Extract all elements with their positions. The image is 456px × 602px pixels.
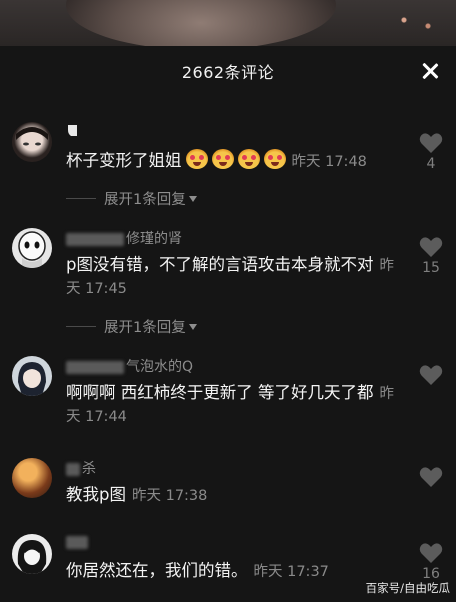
avatar[interactable] bbox=[12, 122, 52, 162]
username[interactable] bbox=[66, 534, 90, 550]
blurred-name bbox=[66, 360, 124, 374]
comment-time: 昨天 17:48 bbox=[291, 154, 367, 170]
comment-time: 昨天 17:37 bbox=[253, 564, 329, 580]
expand-replies-button[interactable]: 展开1条回复 bbox=[66, 188, 197, 209]
avatar[interactable] bbox=[12, 458, 52, 498]
like-button[interactable]: 16 bbox=[418, 542, 444, 582]
chevron-down-icon bbox=[188, 195, 197, 202]
avatar[interactable] bbox=[12, 534, 52, 574]
comment-text: 教我p图 昨天 17:38 bbox=[66, 485, 208, 504]
comment-text: p图没有错，不了解的言语攻击本身就不对 昨天 17:45 bbox=[66, 255, 394, 297]
chevron-down-icon bbox=[188, 323, 197, 330]
like-button[interactable]: 4 bbox=[418, 132, 444, 172]
like-button[interactable]: 15 bbox=[418, 236, 444, 276]
close-icon[interactable] bbox=[418, 59, 442, 83]
like-button[interactable] bbox=[418, 364, 444, 388]
divider-line bbox=[66, 198, 96, 199]
blurred-name bbox=[66, 232, 124, 246]
comment-count-title: 2662条评论 bbox=[181, 63, 275, 82]
heart-icon bbox=[419, 365, 443, 385]
heart-icon bbox=[419, 543, 443, 563]
avatar[interactable] bbox=[12, 356, 52, 396]
comment-time: 昨天 17:38 bbox=[131, 488, 208, 504]
username[interactable]: 杀 bbox=[66, 458, 96, 478]
heart-icon bbox=[419, 133, 443, 153]
video-preview bbox=[0, 0, 456, 46]
comment-text: 杯子变形了姐姐 昨天 17:48 bbox=[66, 149, 367, 170]
heart-icon bbox=[419, 467, 443, 487]
avatar[interactable] bbox=[12, 228, 52, 268]
username[interactable]: 修瑾的肾 bbox=[66, 228, 182, 248]
expand-replies-button[interactable]: 展开1条回复 bbox=[66, 316, 197, 337]
blurred-name-icon bbox=[68, 125, 77, 136]
emoji-icon bbox=[263, 149, 286, 169]
blurred-name bbox=[66, 535, 88, 549]
comment-text: 啊啊啊 西红柿终于更新了 等了好几天了都 昨天 17:44 bbox=[66, 383, 394, 425]
comment-panel-header: 2662条评论 bbox=[0, 46, 456, 96]
emoji-icon bbox=[237, 149, 260, 169]
username[interactable]: 气泡水的Q bbox=[66, 356, 193, 376]
emoji-icon bbox=[211, 149, 234, 169]
divider-line bbox=[66, 326, 96, 327]
like-count: 15 bbox=[422, 260, 440, 276]
emoji-icon bbox=[185, 149, 208, 169]
like-count: 4 bbox=[426, 156, 436, 172]
video-frame-lights bbox=[386, 8, 446, 38]
watermark-text: 百家号/自由吃瓜 bbox=[365, 581, 450, 595]
like-button[interactable] bbox=[418, 466, 444, 490]
blurred-name bbox=[66, 462, 80, 476]
video-frame-face bbox=[66, 0, 336, 46]
username[interactable] bbox=[66, 124, 78, 141]
heart-icon bbox=[419, 237, 443, 257]
comment-text: 你居然还在，我们的错。 昨天 17:37 bbox=[66, 561, 329, 580]
